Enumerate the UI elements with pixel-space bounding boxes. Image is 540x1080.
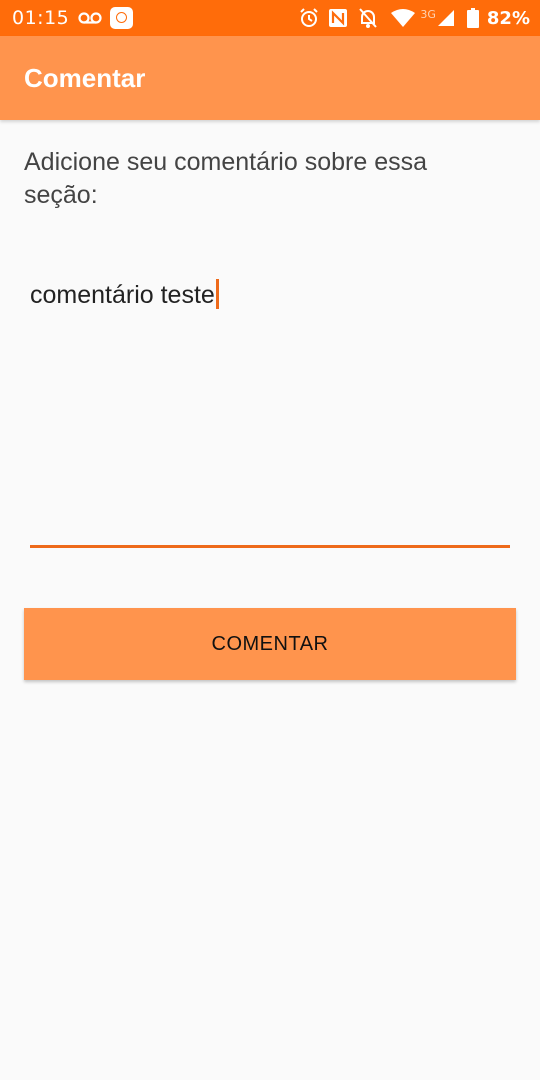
voicemail-icon: [78, 10, 102, 26]
status-time: 01:15: [12, 7, 70, 29]
page-title: Comentar: [24, 63, 146, 93]
network-type: 3G: [420, 7, 436, 21]
comment-text: comentário teste: [30, 281, 215, 309]
nfc-icon: [328, 8, 348, 28]
app-notification-icon: [110, 7, 133, 29]
app-bar: Comentar: [0, 36, 540, 120]
comment-submit-button[interactable]: COMENTAR: [24, 608, 516, 680]
alarm-icon: [298, 7, 320, 29]
text-cursor: [215, 279, 219, 310]
status-bar: 01:15 3G 82%: [0, 0, 540, 36]
notifications-off-icon: [358, 7, 378, 29]
comment-input[interactable]: comentário teste: [30, 270, 510, 548]
comment-input-value[interactable]: comentário teste: [30, 279, 219, 310]
signal-icon: [437, 9, 455, 27]
battery-percent: 82%: [486, 7, 530, 29]
status-icons: 3G 82%: [298, 6, 530, 30]
battery-icon: [466, 8, 479, 28]
wifi-icon: [390, 8, 416, 28]
comment-prompt-label: Adicione seu comentário sobre essa seção…: [24, 148, 428, 209]
comment-submit-label: COMENTAR: [211, 632, 329, 655]
